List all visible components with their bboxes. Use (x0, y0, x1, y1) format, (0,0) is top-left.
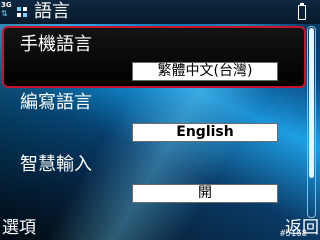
setting-label: 編寫語言 (20, 92, 92, 113)
setting-label: 智慧輸入 (20, 154, 92, 175)
page-title: 語言 (34, 1, 70, 22)
settings-tools-icon (17, 7, 27, 17)
setting-phone-language[interactable]: 手機語言 繁體中文(台灣) (2, 26, 306, 88)
battery-icon (298, 3, 306, 20)
setting-predictive-text[interactable]: 智慧輸入 開 (0, 152, 305, 212)
scrollbar[interactable] (307, 26, 316, 218)
setting-writing-language[interactable]: 編寫語言 English (0, 90, 305, 150)
watermark-label: #5168 (280, 229, 308, 239)
setting-value-field[interactable]: 開 (132, 184, 278, 203)
title-bar: 3G ⇅ 語言 (0, 0, 320, 24)
scrollbar-thumb[interactable] (309, 28, 314, 178)
signal-arrows-icon: ⇅ (1, 9, 8, 18)
setting-value-field[interactable]: 繁體中文(台灣) (132, 62, 278, 81)
network-indicator: 3G ⇅ (1, 1, 13, 21)
setting-label: 手機語言 (20, 34, 92, 55)
network-type-label: 3G (1, 1, 12, 9)
setting-value-field[interactable]: English (132, 123, 278, 142)
options-softkey[interactable]: 選項 (2, 217, 36, 239)
